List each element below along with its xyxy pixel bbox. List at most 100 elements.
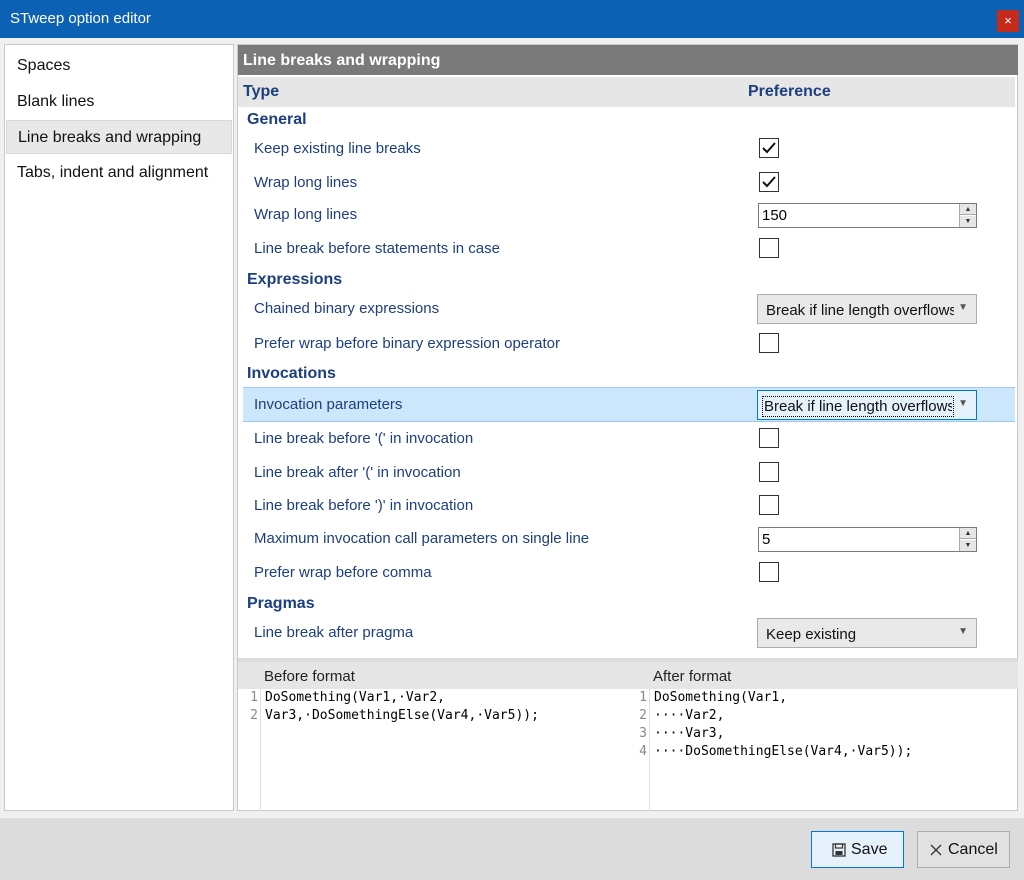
- code-lines: DoSomething(Var1, ····Var2, ····Var3, ··…: [654, 689, 1014, 761]
- max-params-value[interactable]: 5: [762, 531, 770, 548]
- option-row[interactable]: Maximum invocation call parameters on si…: [243, 523, 1015, 555]
- chevron-down-icon: ▼: [958, 302, 968, 313]
- group-expressions: Expressions: [247, 271, 343, 288]
- option-label: Prefer wrap before comma: [254, 564, 432, 581]
- wrap-length-value[interactable]: 150: [762, 207, 787, 224]
- option-label: Maximum invocation call parameters on si…: [254, 530, 590, 547]
- options-grid: General Keep existing line breaks Wrap l…: [238, 107, 1018, 657]
- before-code-view[interactable]: 1 2 DoSomething(Var1,·Var2, Var3,·DoSome…: [238, 689, 627, 811]
- pragma-dropdown[interactable]: Keep existing ▼: [757, 618, 977, 648]
- keep-line-breaks-checkbox[interactable]: [759, 138, 779, 158]
- chained-binary-dropdown[interactable]: Break if line length overflows ▼: [757, 294, 977, 324]
- line-number: 1: [639, 690, 647, 705]
- close-icon: ×: [1004, 13, 1012, 28]
- option-label: Prefer wrap before binary expression ope…: [254, 335, 560, 352]
- code-line: ····Var2,: [654, 708, 725, 723]
- code-line: DoSomething(Var1,·Var2,: [265, 690, 446, 705]
- line-number-gutter: 1 2 3 4: [627, 689, 650, 811]
- option-label: Invocation parameters: [254, 396, 403, 413]
- stepper-buttons: ▲ ▼: [959, 528, 976, 551]
- checkmark-icon: [762, 176, 776, 188]
- dropdown-value: Break if line length overflows: [766, 302, 954, 319]
- dialog-footer: Save Cancel: [0, 818, 1024, 880]
- option-row[interactable]: Chained binary expressions Break if line…: [243, 293, 1015, 325]
- line-number: 3: [639, 726, 647, 741]
- option-label: Chained binary expressions: [254, 300, 440, 317]
- line-number: 1: [250, 690, 258, 705]
- break-after-open-paren-checkbox[interactable]: [759, 462, 779, 482]
- line-number-gutter: 1 2: [238, 689, 261, 811]
- case-statements-checkbox[interactable]: [759, 238, 779, 258]
- type-column-header: Type: [243, 83, 280, 100]
- save-label: Save: [851, 841, 888, 858]
- option-label: Line break before '(' in invocation: [254, 430, 474, 447]
- after-code-view[interactable]: 1 2 3 4 DoSomething(Var1, ····Var2, ····…: [627, 689, 1018, 811]
- code-line: ····Var3,: [654, 726, 725, 741]
- sidebar-item-line-breaks[interactable]: Line breaks and wrapping: [6, 120, 232, 154]
- break-before-close-paren-checkbox[interactable]: [759, 495, 779, 515]
- checkmark-icon: [762, 142, 776, 154]
- option-row[interactable]: Prefer wrap before comma: [243, 557, 1015, 589]
- wrap-before-comma-checkbox[interactable]: [759, 562, 779, 582]
- wrap-length-stepper[interactable]: 150 ▲ ▼: [758, 203, 977, 228]
- chevron-down-icon: ▼: [958, 398, 968, 409]
- wrap-before-operator-checkbox[interactable]: [759, 333, 779, 353]
- dropdown-value: Keep existing: [766, 626, 857, 643]
- close-x-icon: [930, 844, 942, 856]
- option-row-selected[interactable]: Invocation parameters Break if line leng…: [243, 387, 1015, 422]
- option-row[interactable]: Keep existing line breaks: [243, 133, 1015, 165]
- line-number: 4: [639, 744, 647, 759]
- close-button[interactable]: ×: [997, 10, 1019, 32]
- options-panel: Line breaks and wrapping Type Preference…: [237, 44, 1018, 811]
- sidebar-item-tabs-indent[interactable]: Tabs, indent and alignment: [6, 156, 232, 190]
- before-format-header: Before format: [238, 662, 627, 689]
- format-preview: Before format After format 1 2 DoSomethi…: [238, 662, 1018, 811]
- stepper-buttons: ▲ ▼: [959, 204, 976, 227]
- chevron-down-icon: ▼: [958, 626, 968, 637]
- group-pragmas: Pragmas: [247, 595, 315, 612]
- code-lines: DoSomething(Var1,·Var2, Var3,·DoSomethin…: [265, 689, 625, 725]
- option-row[interactable]: Wrap long lines 150 ▲ ▼: [243, 199, 1015, 231]
- line-number: 2: [250, 708, 258, 723]
- option-row[interactable]: Line break before statements in case: [243, 233, 1015, 265]
- increment-icon[interactable]: ▲: [960, 528, 976, 539]
- option-label: Line break after pragma: [254, 624, 414, 641]
- option-label: Line break before statements in case: [254, 240, 500, 257]
- group-invocations: Invocations: [247, 365, 336, 382]
- option-label: Wrap long lines: [254, 174, 358, 191]
- code-line: ····DoSomethingElse(Var4,·Var5));: [654, 744, 913, 759]
- option-label: Keep existing line breaks: [254, 140, 421, 157]
- decrement-icon[interactable]: ▼: [960, 216, 976, 227]
- wrap-long-lines-checkbox[interactable]: [759, 172, 779, 192]
- sidebar-item-spaces[interactable]: Spaces: [6, 49, 232, 83]
- option-row[interactable]: Prefer wrap before binary expression ope…: [243, 328, 1015, 360]
- after-format-title: After format: [653, 668, 732, 685]
- decrement-icon[interactable]: ▼: [960, 540, 976, 551]
- invocation-parameters-dropdown[interactable]: Break if line length overflows ▼: [757, 390, 977, 420]
- sidebar-item-blank-lines[interactable]: Blank lines: [6, 85, 232, 119]
- before-format-title: Before format: [264, 668, 355, 685]
- cancel-label: Cancel: [948, 841, 998, 858]
- title-bar: STweep option editor ×: [0, 0, 1024, 38]
- option-row[interactable]: Line break before '(' in invocation: [243, 423, 1015, 455]
- increment-icon[interactable]: ▲: [960, 204, 976, 215]
- option-row[interactable]: Line break before ')' in invocation: [243, 490, 1015, 522]
- column-header: Type Preference: [238, 77, 1015, 107]
- window-title: STweep option editor: [10, 10, 151, 27]
- break-before-open-paren-checkbox[interactable]: [759, 428, 779, 448]
- group-general: General: [247, 111, 307, 128]
- save-button[interactable]: Save: [811, 831, 904, 868]
- option-label: Line break before ')' in invocation: [254, 497, 474, 514]
- option-label: Wrap long lines: [254, 206, 358, 223]
- dropdown-value: Break if line length overflows: [762, 396, 954, 417]
- line-number: 2: [639, 708, 647, 723]
- max-params-stepper[interactable]: 5 ▲ ▼: [758, 527, 977, 552]
- code-line: DoSomething(Var1,: [654, 690, 788, 705]
- section-title: Line breaks and wrapping: [238, 45, 1018, 75]
- option-row[interactable]: Line break after '(' in invocation: [243, 457, 1015, 489]
- option-row[interactable]: Line break after pragma Keep existing ▼: [243, 617, 1015, 649]
- option-row[interactable]: Wrap long lines: [243, 167, 1015, 199]
- category-list: Spaces Blank lines Line breaks and wrapp…: [4, 44, 234, 811]
- cancel-button[interactable]: Cancel: [917, 831, 1010, 868]
- option-label: Line break after '(' in invocation: [254, 464, 461, 481]
